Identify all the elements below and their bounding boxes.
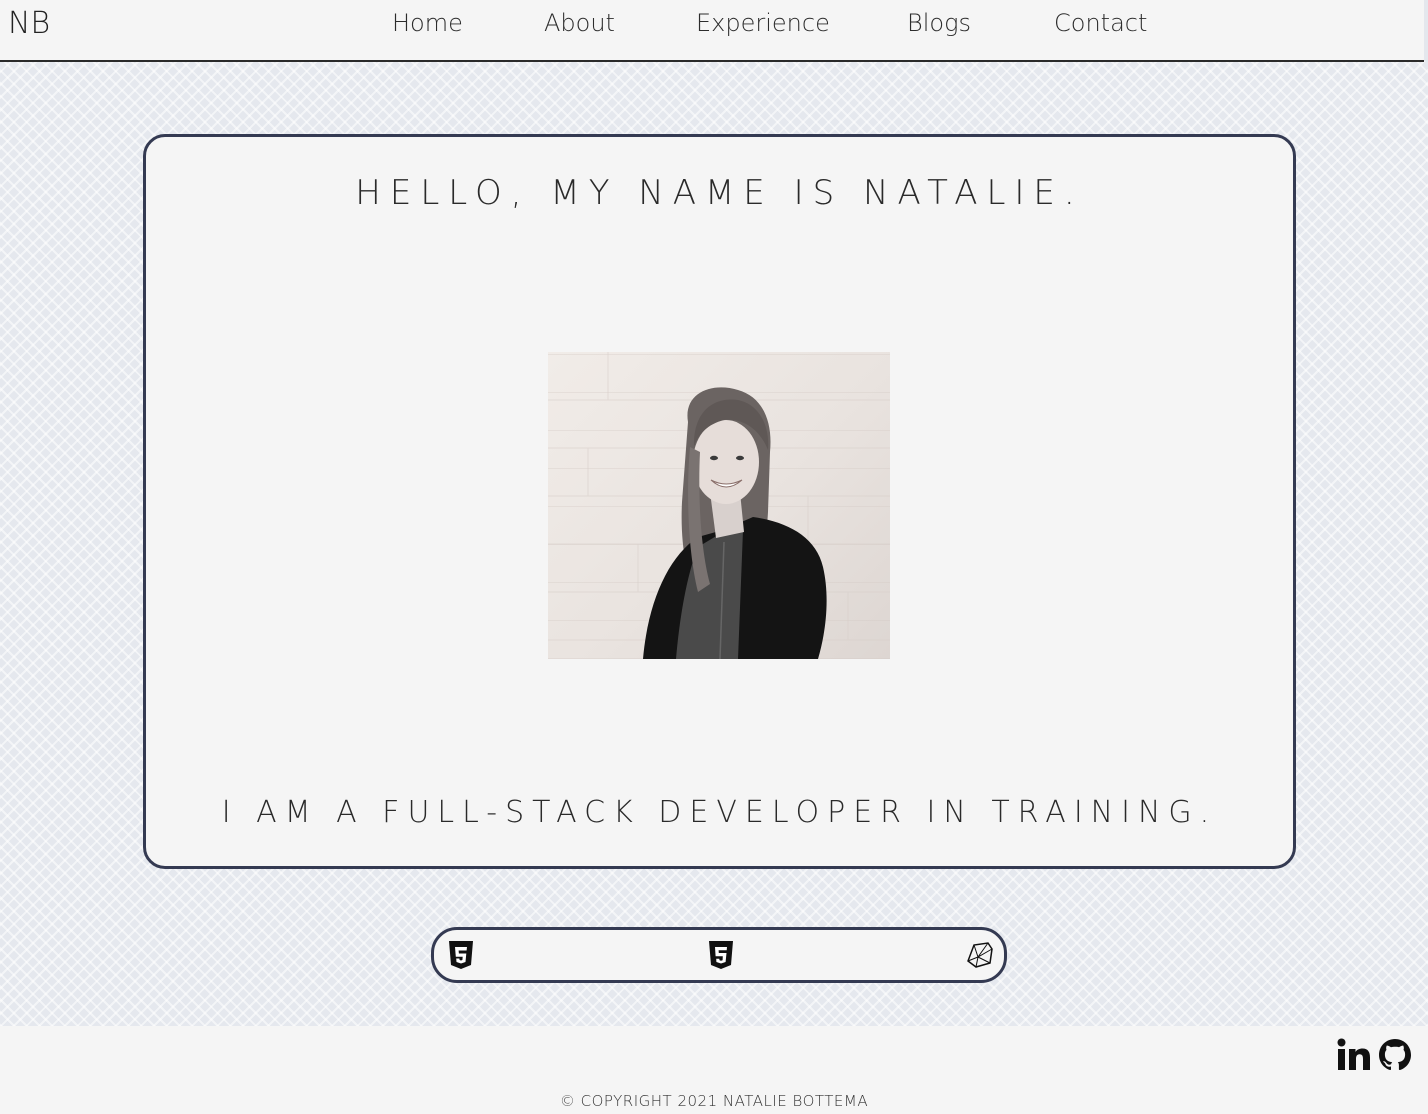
github-link[interactable]	[1378, 1038, 1412, 1076]
css3-icon	[709, 941, 733, 969]
ruby-icon	[967, 942, 993, 968]
copyright-text: © COPYRIGHT 2021 NATALIE BOTTEMA	[559, 1092, 869, 1110]
nav-blogs[interactable]: Blogs	[907, 9, 1054, 37]
site-header: NB Home About Experience Blogs Contact	[0, 0, 1424, 62]
linkedin-link[interactable]	[1336, 1038, 1372, 1076]
nav-home[interactable]: Home	[392, 9, 544, 37]
main-nav: Home About Experience Blogs Contact	[392, 9, 1174, 37]
hero-subtitle: I AM A FULL-STACK DEVELOPER IN TRAINING.	[221, 795, 1218, 830]
logo[interactable]: NB	[8, 6, 50, 41]
nav-about[interactable]: About	[544, 9, 696, 37]
nav-contact[interactable]: Contact	[1054, 9, 1174, 37]
hero-title: HELLO, MY NAME IS NATALIE.	[355, 173, 1084, 213]
social-links	[1336, 1038, 1412, 1076]
site-footer: © COPYRIGHT 2021 NATALIE BOTTEMA	[0, 1026, 1428, 1114]
html5-icon	[449, 941, 473, 969]
github-icon	[1379, 1039, 1411, 1071]
profile-photo	[548, 352, 890, 659]
linkedin-icon	[1337, 1038, 1370, 1070]
nav-experience[interactable]: Experience	[696, 9, 907, 37]
hero-card: HELLO, MY NAME IS NATALIE. I AM A FULL-S…	[143, 134, 1296, 869]
skills-bar	[431, 927, 1007, 983]
